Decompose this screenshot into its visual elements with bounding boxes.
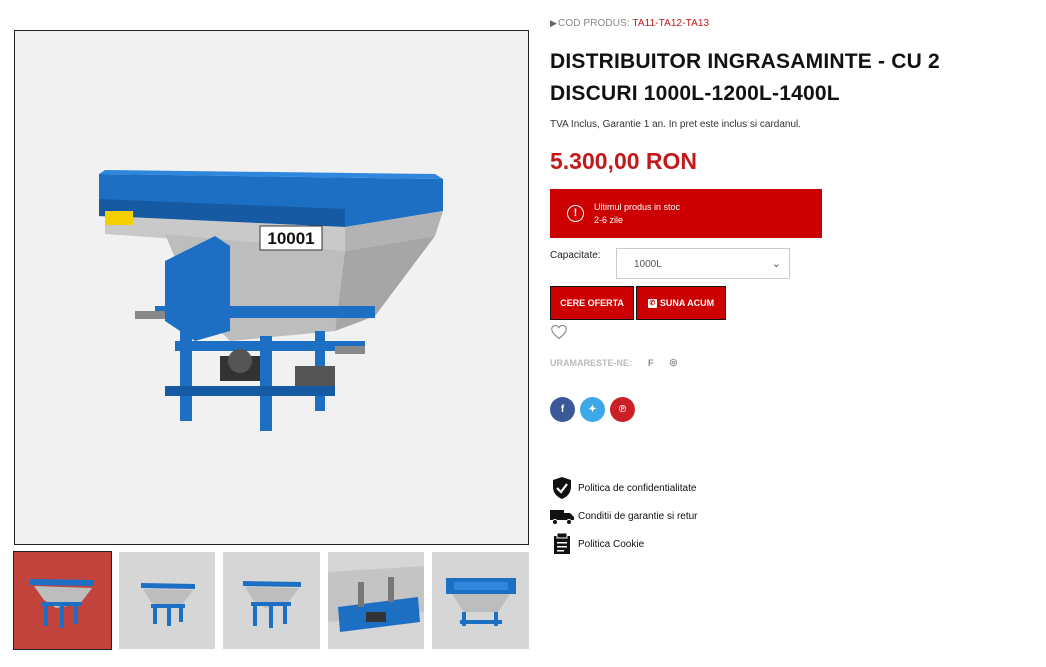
action-buttons: CERE OFERTA ✆ SUNA ACUM [550,286,1030,320]
instagram-icon[interactable]: ◎ [670,357,678,368]
warranty-return-link[interactable]: Conditii de garantie si retur [550,502,698,530]
privacy-policy-link[interactable]: Politica de confidentialitate [550,474,698,502]
product-title: DISTRIBUITOR INGRASAMINTE - CU 2 DISCURI… [550,50,940,105]
thumbnail-image [30,579,94,628]
share-pinterest-button[interactable]: ℗ [610,397,635,422]
capacity-label: Capacitate: [550,250,601,261]
info-icon: ! [567,205,584,222]
stock-notice: ! Ultimul produs in stoc 2-6 zile [550,189,822,238]
twitter-icon: ✦ [588,404,597,415]
follow-us-label: URAMARESTE-NE: [550,357,632,368]
phone-icon: ✆ [647,298,657,308]
truck-icon [550,504,574,528]
chevron-down-icon: ⌄ [771,258,781,270]
thumbnail-strip [13,551,529,650]
request-offer-button[interactable]: CERE OFERTA [550,286,634,320]
thumbnail-5[interactable] [432,552,529,649]
thumbnail-3[interactable] [223,552,320,649]
pinterest-icon: ℗ [618,404,627,415]
thumbnail-1[interactable] [13,551,112,650]
request-offer-label: CERE OFERTA [560,298,624,308]
share-twitter-button[interactable]: ✦ [580,397,605,422]
product-price: 5.300,00 RON [550,148,698,174]
triangle-right-icon: ▶ [550,18,558,28]
shield-check-icon [550,476,574,500]
thumbnail-image [327,566,425,632]
fertilizer-spreader-image: 10001 [99,170,443,431]
product-main-image[interactable]: 10001 [14,30,529,545]
thumbnail-4[interactable] [327,552,425,649]
capacity-selected-value: 1000L [634,259,662,270]
cookie-policy-label: Politica Cookie [578,538,645,550]
cookie-policy-link[interactable]: Politica Cookie [550,530,698,558]
thumbnail-image [243,581,302,628]
document-icon [550,532,574,556]
warranty-return-label: Conditii de garantie si retur [578,510,698,522]
product-code-label: COD PRODUS: [558,18,630,29]
stock-status-text: Ultimul produs in stoc [594,202,681,212]
policy-links: Politica de confidentialitate Conditii d… [550,474,698,558]
thumbnail-image [446,578,517,626]
facebook-icon[interactable]: f [648,358,654,368]
share-facebook-button[interactable]: f [550,397,575,422]
capacity-select[interactable]: 1000L ⌄ [616,248,790,279]
thumbnail-2[interactable] [118,552,216,649]
product-code-value: TA11-TA12-TA13 [632,18,710,29]
product-subtitle: TVA Inclus, Garantie 1 an. In pret este … [550,119,802,130]
privacy-policy-label: Politica de confidentialitate [578,482,697,494]
call-now-button[interactable]: ✆ SUNA ACUM [636,286,726,320]
thumbnail-image [140,583,195,626]
call-now-label: SUNA ACUM [659,298,715,308]
follow-us-row: URAMARESTE-NE: f ◎ [550,357,1030,368]
capacity-row: Capacitate: 1000L ⌄ [550,248,1030,280]
product-code-row: ▶COD PRODUS: TA11-TA12-TA13 [550,18,1030,29]
delivery-time-text: 2-6 zile [594,215,624,225]
share-buttons: f ✦ ℗ [550,397,1030,422]
product-info: ▶COD PRODUS: TA11-TA12-TA13 DISTRIBUITOR… [550,18,1030,422]
capacity-plate-text: 10001 [267,229,314,248]
facebook-icon: f [560,404,565,415]
wishlist-heart-icon[interactable] [550,324,568,340]
